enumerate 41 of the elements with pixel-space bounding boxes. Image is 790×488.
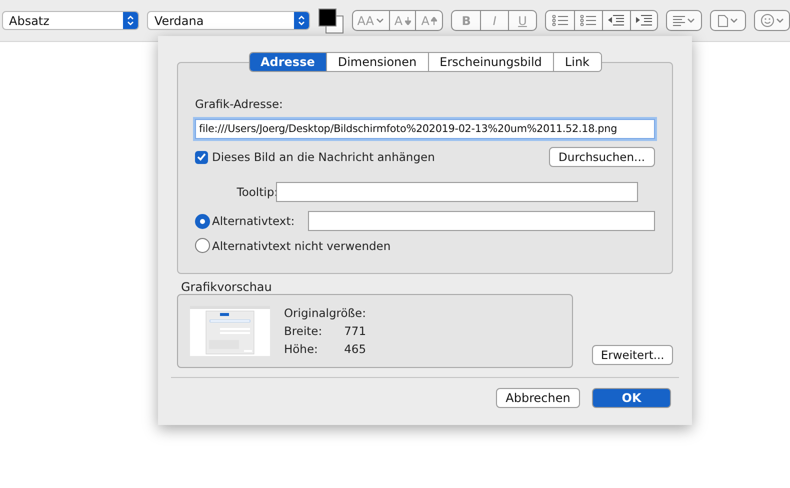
advanced-button[interactable]: Erweitert... — [592, 345, 673, 365]
arrow-down-icon — [404, 16, 411, 24]
size-label: Originalgröße: — [284, 306, 366, 320]
address-label: Grafik-Adresse: — [195, 97, 284, 111]
cancel-button[interactable]: Abbrechen — [496, 388, 580, 408]
address-field[interactable]: file:///Users/Joerg/Desktop/Bildschirmfoto%202019-02-13%20um%2011.52.18.png — [195, 119, 655, 139]
radio-button[interactable] — [195, 214, 210, 228]
dimension-value[interactable]: 771 — [330, 324, 366, 338]
paragraph-select[interactable]: Absatz — [2, 11, 140, 30]
chevron-down-icon — [687, 18, 696, 24]
dimension-label: Höhe: — [284, 342, 319, 356]
document-icon — [718, 14, 728, 26]
radio-button[interactable] — [195, 238, 210, 253]
smiley-icon — [760, 14, 774, 27]
chevron-down-icon — [376, 18, 384, 24]
radio-label: Alternativtext: — [212, 214, 296, 228]
chevron-down-icon — [776, 18, 784, 24]
tab[interactable]: Adresse — [250, 53, 326, 71]
alt-text-field[interactable] — [308, 211, 655, 231]
align-left-icon — [673, 16, 686, 26]
attach-label: Dieses Bild an die Nachricht anhängen — [212, 150, 435, 164]
tab[interactable]: Link — [552, 53, 600, 71]
dimension-label: Breite: — [284, 324, 324, 338]
bullet-list-icon — [552, 15, 568, 26]
stepper-icon — [298, 15, 305, 26]
dimension-value[interactable]: 465 — [330, 342, 366, 356]
arrow-up-icon — [431, 16, 438, 24]
tooltip-field[interactable] — [276, 182, 638, 202]
tooltip-label: Tooltip: — [236, 185, 278, 199]
indent-icon — [636, 15, 652, 26]
outdent-icon — [608, 15, 624, 26]
attach-checkbox[interactable] — [195, 150, 208, 164]
preview-title: Grafikvorschau — [181, 280, 273, 294]
chevron-down-icon — [730, 18, 738, 24]
browse-button[interactable]: Durchsuchen... — [548, 147, 655, 167]
color-picker[interactable] — [318, 8, 344, 34]
radio-label: Alternativtext nicht verwenden — [212, 238, 391, 252]
font-select[interactable]: Verdana — [147, 11, 310, 30]
numbered-list-icon — [580, 15, 596, 26]
ok-button[interactable]: OK — [592, 388, 671, 408]
stepper-icon — [127, 15, 134, 26]
